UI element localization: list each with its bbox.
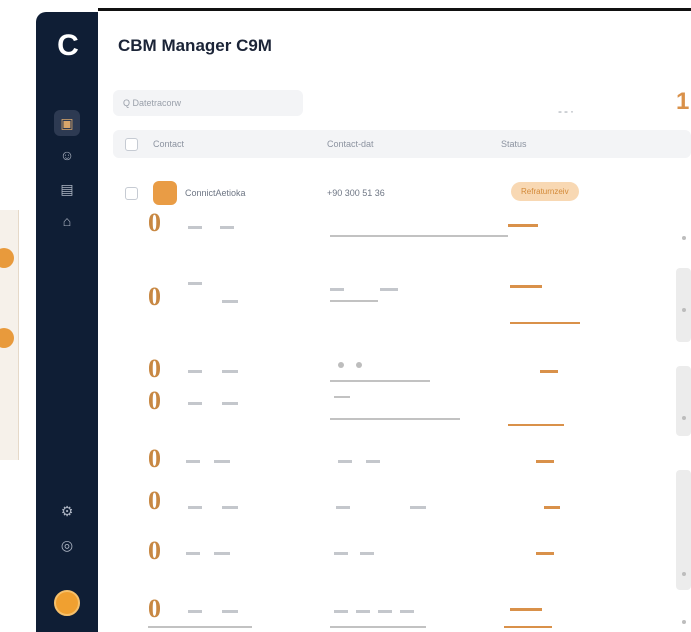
- dot: [356, 362, 362, 368]
- dot: [682, 236, 686, 240]
- underline: [330, 626, 426, 628]
- app-logo[interactable]: C: [52, 30, 84, 62]
- dash: [214, 552, 230, 555]
- orange-underline: [504, 626, 552, 628]
- dash: [222, 300, 238, 303]
- dash: [360, 552, 374, 555]
- column-status[interactable]: Status: [501, 139, 527, 149]
- orange-underline: [508, 424, 564, 426]
- dot: [682, 620, 686, 624]
- contact-name: ConnictAetioka: [185, 188, 246, 198]
- house-icon[interactable]: ⌂: [54, 208, 80, 234]
- orange-dash: [510, 608, 542, 611]
- sidebar: C ▣ ☺ ▤ ⌂ ⚙ ◎: [36, 12, 98, 632]
- dot: [682, 308, 686, 312]
- overlay-number: 1: [676, 88, 690, 115]
- orange-dash: [540, 370, 558, 373]
- info-icon[interactable]: ◎: [54, 532, 80, 558]
- users-icon[interactable]: ☺: [54, 142, 80, 168]
- dash: [188, 370, 202, 373]
- row-checkbox[interactable]: [125, 187, 138, 200]
- underline: [148, 626, 252, 628]
- underline: [330, 380, 430, 382]
- user-avatar[interactable]: [54, 590, 80, 616]
- column-contact-date[interactable]: Contact-dat: [327, 139, 374, 149]
- contact-phone: +90 300 51 36: [327, 188, 385, 198]
- dash: [188, 226, 202, 229]
- search-input[interactable]: Q Datetracorw: [113, 90, 303, 116]
- page-title: CBM Manager C9M: [118, 36, 272, 55]
- row-digit: 0: [148, 386, 161, 415]
- calendar-icon[interactable]: ▤: [54, 176, 80, 202]
- dash: [188, 282, 202, 285]
- row-digit: 0: [148, 282, 161, 311]
- dash: [366, 460, 380, 463]
- orange-dash: [536, 552, 554, 555]
- settings-icon[interactable]: ⚙: [54, 498, 80, 524]
- dash: [222, 610, 238, 613]
- dash: [378, 610, 392, 613]
- dash: [186, 552, 200, 555]
- row-digit: 0: [148, 444, 161, 473]
- dash: [334, 396, 350, 398]
- dash: [338, 460, 352, 463]
- dash: [222, 402, 238, 405]
- row-digit: 0: [148, 208, 161, 237]
- dot: [682, 416, 686, 420]
- dash: [188, 402, 202, 405]
- orange-dash: [510, 285, 542, 288]
- underline: [330, 235, 508, 237]
- underline: [330, 300, 378, 302]
- column-contact[interactable]: Contact: [153, 139, 184, 149]
- dash: [356, 610, 370, 613]
- dash: [330, 288, 344, 291]
- dot: [682, 572, 686, 576]
- row-digit: 0: [148, 536, 161, 565]
- table-header: Contact Contact-dat Status: [113, 130, 691, 158]
- row-digit: 0: [148, 354, 161, 383]
- dash: [334, 610, 348, 613]
- search-placeholder: Q Datetracorw: [123, 98, 182, 108]
- background-window-fragment: [0, 210, 19, 460]
- dash: [188, 506, 202, 509]
- status-badge: Refraturnzeiv: [511, 182, 579, 201]
- dash: [410, 506, 426, 509]
- orange-icon: [0, 328, 14, 348]
- panel: [676, 268, 691, 342]
- orange-dash: [508, 224, 538, 227]
- dot: [338, 362, 344, 368]
- orange-dash: [544, 506, 560, 509]
- select-all-checkbox[interactable]: [125, 138, 138, 151]
- overlay-mark: --·: [558, 104, 576, 118]
- orange-icon: [0, 248, 14, 268]
- window-top-border: [98, 8, 691, 11]
- row-digit: 0: [148, 486, 161, 515]
- row-digit: 0: [148, 594, 161, 623]
- dash: [400, 610, 414, 613]
- underline: [330, 418, 460, 420]
- dash: [186, 460, 200, 463]
- orange-dash: [536, 460, 554, 463]
- dash: [222, 370, 238, 373]
- dash: [188, 610, 202, 613]
- dash: [336, 506, 350, 509]
- dashboard-icon[interactable]: ▣: [54, 110, 80, 136]
- panel: [676, 366, 691, 436]
- contact-avatar: [153, 181, 177, 205]
- table-row[interactable]: ConnictAetioka +90 300 51 36 Refraturnze…: [113, 178, 691, 208]
- dash: [220, 226, 234, 229]
- dash: [334, 552, 348, 555]
- dash: [214, 460, 230, 463]
- dash: [222, 506, 238, 509]
- dash: [380, 288, 398, 291]
- orange-underline: [510, 322, 580, 324]
